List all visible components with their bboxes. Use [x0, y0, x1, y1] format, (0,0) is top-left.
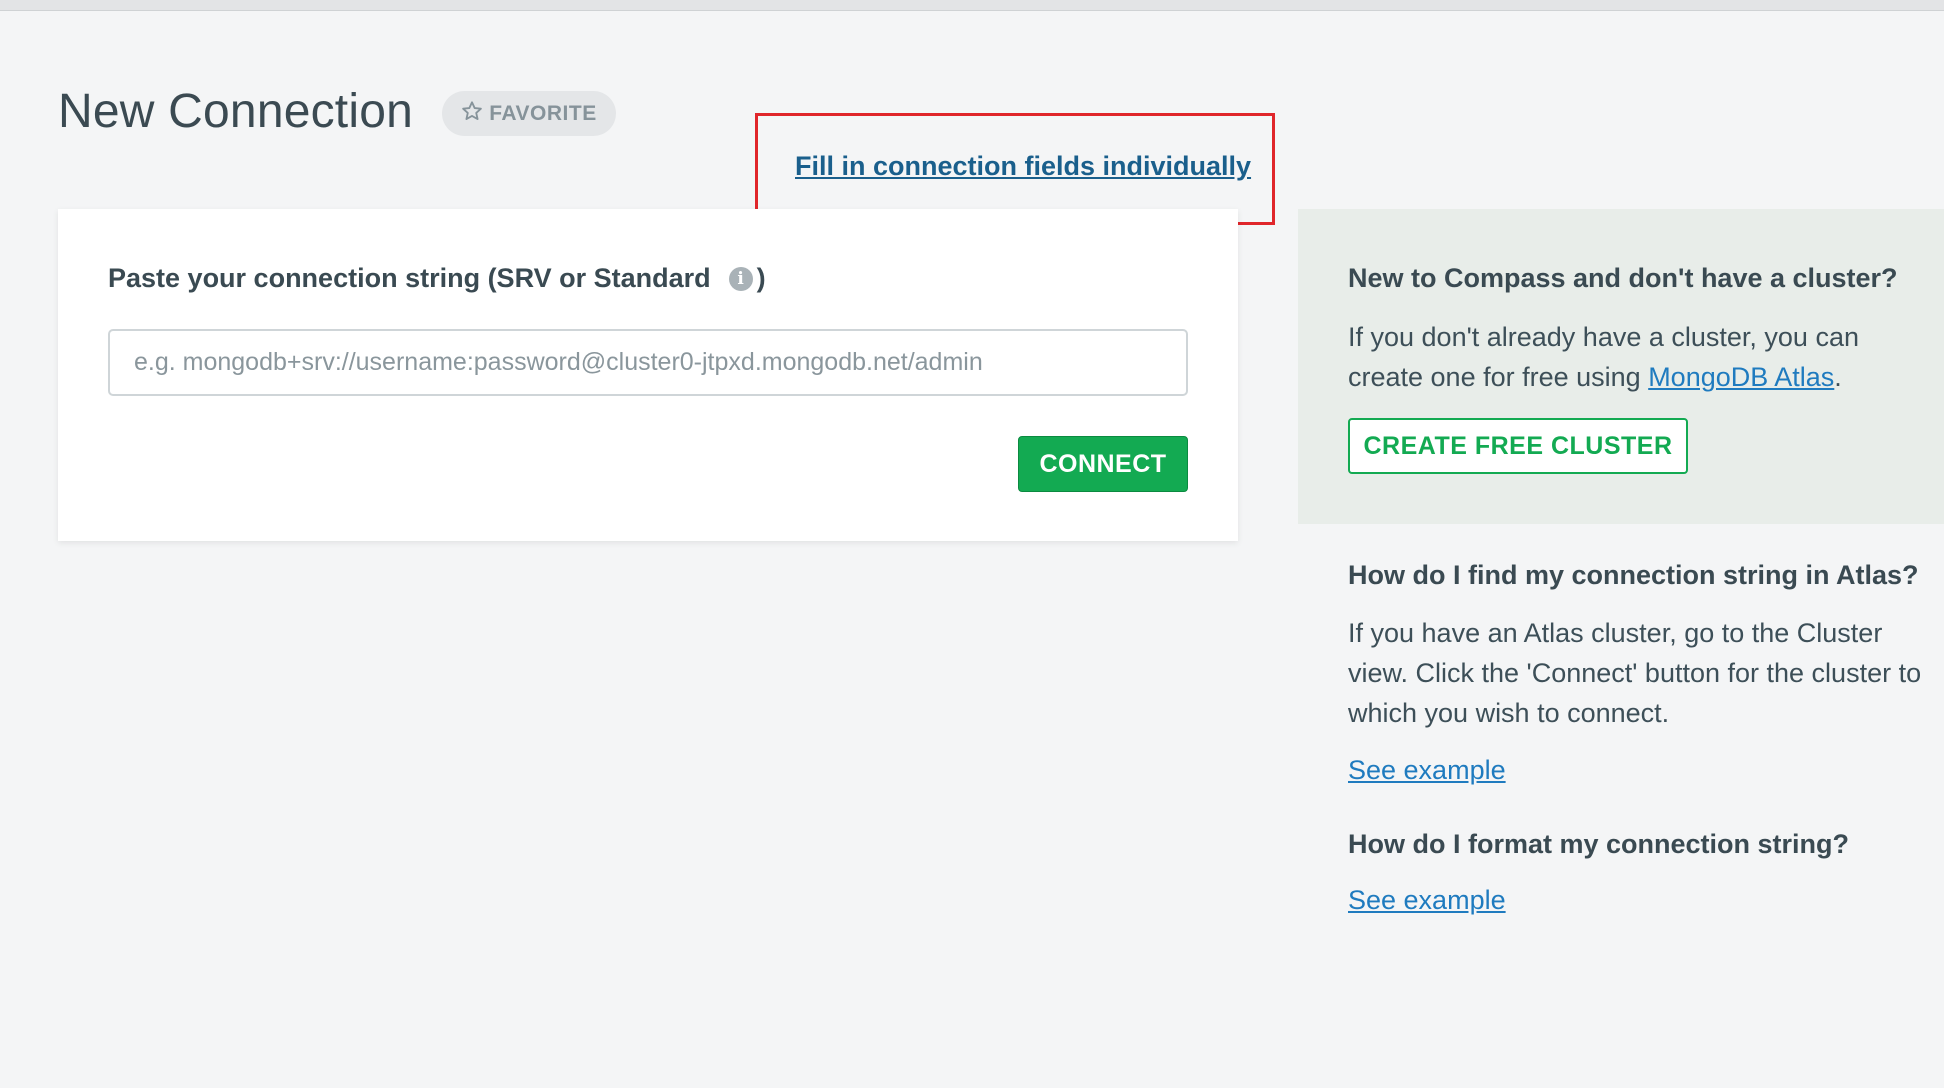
connection-string-card: Paste your connection string (SRV or Sta… [58, 209, 1238, 541]
window-title-strip [0, 0, 1944, 11]
fill-in-fields-link[interactable]: Fill in connection fields individually [795, 151, 1251, 182]
find-connection-string-text: If you have an Atlas cluster, go to the … [1348, 618, 1922, 728]
new-to-compass-heading: New to Compass and don't have a cluster? [1348, 263, 1898, 293]
connection-string-label: Paste your connection string (SRV or Sta… [108, 263, 766, 294]
star-icon [461, 100, 483, 128]
connection-string-label-text: Paste your connection string (SRV or Sta… [108, 263, 711, 293]
create-free-cluster-button[interactable]: CREATE FREE CLUSTER [1348, 418, 1688, 474]
compass-connect-screen: New Connection FAVORITE Fill in connecti… [0, 0, 1944, 1088]
see-example-link-atlas[interactable]: See example [1348, 755, 1506, 786]
connection-string-label-close: ) [756, 263, 766, 293]
page-title: New Connection [58, 85, 413, 138]
new-to-compass-text: If you don't already have a cluster, you… [1348, 317, 1908, 397]
new-to-compass-text-end: . [1834, 362, 1842, 392]
format-connection-string-heading: How do I format my connection string? [1348, 829, 1850, 859]
new-to-compass-panel: New to Compass and don't have a cluster?… [1298, 209, 1944, 524]
connection-string-input[interactable] [108, 329, 1188, 396]
favorite-label: FAVORITE [489, 101, 597, 125]
connect-button[interactable]: CONNECT [1018, 436, 1188, 492]
favorite-button[interactable]: FAVORITE [442, 91, 616, 136]
mongodb-atlas-link[interactable]: MongoDB Atlas [1648, 362, 1834, 392]
find-connection-string-heading: How do I find my connection string in At… [1348, 560, 1919, 590]
info-icon[interactable]: i [728, 266, 753, 291]
see-example-link-format[interactable]: See example [1348, 885, 1506, 916]
